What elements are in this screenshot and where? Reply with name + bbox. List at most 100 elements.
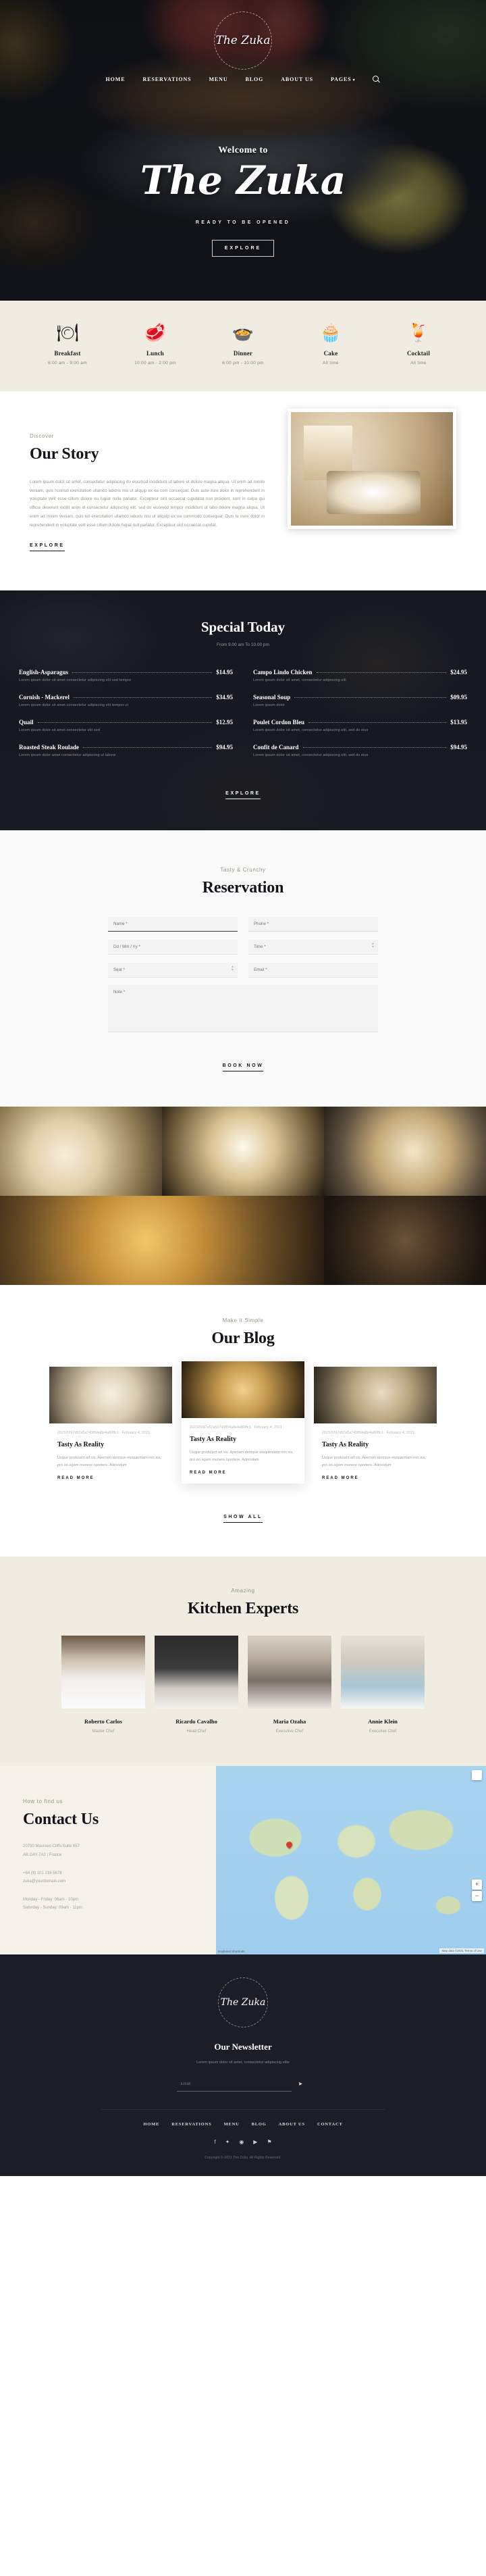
meal-item-breakfast[interactable]: 🍽 Breakfast 6:00 am - 9:00 am — [24, 324, 111, 365]
meal-times-strip: 🍽 Breakfast 6:00 am - 9:00 am 🥩 Lunch 10… — [0, 301, 486, 391]
menu-item-price: $13.95 — [450, 719, 467, 726]
meal-item-cake[interactable]: 🧁 Cake All time — [287, 324, 375, 365]
blog-card-image — [49, 1367, 172, 1424]
footer-navigation[interactable]: HOME RESERVATIONS MENU BLOG ABOUT US CON… — [101, 2109, 385, 2127]
social-links: f ✦ ◉ ▶ ⚑ — [0, 2139, 486, 2145]
location-map[interactable]: + − Keyboard shortcuts Map data ©2021 Te… — [216, 1766, 486, 1955]
blog-card-excerpt: Usque postulant ad vis. Aperiam denique … — [190, 1450, 294, 1462]
special-explore-button[interactable]: EXPLORE — [225, 791, 261, 800]
meal-time: 6:00 am - 9:00 am — [48, 361, 87, 365]
hero-title: The Zuka — [140, 157, 346, 203]
meal-time: All time — [323, 361, 339, 365]
search-icon[interactable] — [373, 76, 380, 83]
chevron-down-icon: ▾ — [352, 78, 356, 82]
story-explore-button[interactable]: EXPLORE — [30, 543, 65, 552]
facebook-icon[interactable]: f — [214, 2139, 215, 2145]
seat-stepper-icon[interactable]: ▴ ▾ — [232, 965, 234, 972]
gallery-image-spices[interactable] — [0, 1196, 324, 1286]
menu-item[interactable]: Roasted Steak Roulade $94.95 Lorem ipsum … — [19, 744, 233, 757]
contact-hours-weekend: Saturday - Sunday: 09am - 11pm — [23, 1906, 82, 1911]
nav-item-menu[interactable]: MENU — [209, 76, 227, 82]
contact-address-line2: AB G4Y-7A2 | France — [23, 1853, 62, 1858]
footer-nav-home[interactable]: HOME — [143, 2122, 159, 2127]
chef-card[interactable]: Annie Klein Executive Chef — [341, 1636, 425, 1734]
show-all-button[interactable]: SHOW ALL — [223, 1515, 263, 1523]
footer-nav-contact[interactable]: CONTACT — [317, 2122, 343, 2127]
menu-item[interactable]: Cornish - Mackerel $34.95 Lorem ipsum dol… — [19, 694, 233, 707]
footer-nav-menu[interactable]: MENU — [224, 2122, 240, 2127]
menu-item-name: Roasted Steak Roulade — [19, 744, 80, 751]
newsletter-send-button[interactable]: ➤ — [292, 2077, 310, 2092]
book-now-button[interactable]: BOOK NOW — [222, 1063, 264, 1072]
meal-label: Cocktail — [406, 350, 431, 357]
menu-item[interactable]: Seasonal Soup $09.95 Lorem ipsum dolor — [253, 694, 467, 707]
blog-card[interactable]: 20232f297a57a5a743894a8e4a80ffc3 Februar… — [49, 1367, 172, 1484]
nav-item-pages[interactable]: PAGES ▾ — [331, 76, 356, 82]
blog-card[interactable]: 20232f297a57a5a743894a8e4a80ffc3 Februar… — [314, 1367, 437, 1484]
map-zoom-out-button[interactable]: − — [472, 1890, 482, 1901]
footer-nav-reservations[interactable]: RESERVATIONS — [171, 2122, 211, 2127]
footer-logo[interactable]: The Zuka — [218, 1977, 268, 2028]
chef-card[interactable]: Maria Ozaha Executive Chef — [248, 1636, 331, 1734]
meal-item-cocktail[interactable]: 🍹 Cocktail All time — [375, 324, 462, 365]
map-fullscreen-button[interactable] — [472, 1770, 482, 1781]
twitter-icon[interactable]: ✦ — [225, 2139, 230, 2145]
gallery-image-cookies[interactable] — [324, 1196, 486, 1286]
gallery-image-waffles[interactable] — [162, 1107, 324, 1196]
chef-card[interactable]: Roberto Carlos Master Chef — [61, 1636, 145, 1734]
time-stepper-icon[interactable]: ▴ ▾ — [372, 942, 374, 949]
date-input[interactable] — [108, 940, 238, 955]
read-more-button[interactable]: READ MORE — [322, 1476, 359, 1480]
read-more-button[interactable]: READ MORE — [190, 1471, 227, 1475]
map-zoom-in-button[interactable]: + — [472, 1879, 482, 1890]
contact-email[interactable]: zuka@yourdomain.com — [23, 1877, 196, 1886]
main-navigation[interactable]: HOME RESERVATIONS MENU BLOG ABOUT US PAG… — [0, 76, 486, 87]
reservation-title: Reservation — [202, 879, 284, 897]
site-logo[interactable]: The Zuka — [0, 0, 486, 73]
gallery-image-pancakes[interactable] — [0, 1107, 162, 1196]
read-more-button[interactable]: READ MORE — [57, 1476, 94, 1480]
hero-explore-button[interactable]: EXPLORE — [211, 239, 275, 257]
blog-card[interactable]: 20232f297a57a5a743894a8e4a80ffc3 Februar… — [182, 1361, 304, 1484]
meal-item-dinner[interactable]: 🍲 Dinner 6:00 pm - 10:00 pm — [199, 324, 287, 365]
phone-input[interactable] — [248, 917, 378, 932]
meal-label: Breakfast — [54, 350, 81, 357]
leader-dots — [302, 747, 447, 749]
menu-item[interactable]: Poulet Cordon Bleu $13.95 Lorem ipsum dol… — [253, 719, 467, 732]
pinterest-icon[interactable]: ⚑ — [267, 2139, 271, 2145]
menu-item[interactable]: Confit de Canard $94.95 Lorem ipsum dolor… — [253, 744, 467, 757]
nav-item-about-us[interactable]: ABOUT US — [281, 76, 313, 82]
menu-item-price: $94.95 — [450, 744, 467, 751]
nav-item-home[interactable]: HOME — [106, 76, 126, 82]
footer-nav-blog[interactable]: BLOG — [252, 2122, 267, 2127]
nav-item-blog[interactable]: BLOG — [246, 76, 264, 82]
chef-photo — [341, 1636, 425, 1709]
email-input[interactable] — [248, 963, 378, 978]
footer-nav-about-us[interactable]: ABOUT US — [279, 2122, 305, 2127]
menu-item-name: Seasonal Soup — [253, 694, 291, 701]
youtube-icon[interactable]: ▶ — [253, 2139, 257, 2145]
photo-gallery — [0, 1107, 486, 1286]
contact-phone[interactable]: +84 (9) 101 234 5678 — [23, 1869, 196, 1878]
nav-item-reservations[interactable]: RESERVATIONS — [142, 76, 191, 82]
seat-input[interactable] — [108, 963, 238, 978]
story-body: Lorem ipsum dolor sit amet, consectetur … — [30, 480, 265, 528]
chef-card[interactable]: Ricardo Cavalho Head Chef — [155, 1636, 238, 1734]
breakfast-icon: 🍽 — [56, 322, 79, 343]
menu-item[interactable]: Campo Lindo Chicken $24.95 Lorem ipsum do… — [253, 669, 467, 682]
story-image — [288, 409, 456, 529]
gallery-image-pasta[interactable] — [324, 1107, 486, 1196]
instagram-icon[interactable]: ◉ — [239, 2139, 244, 2145]
menu-item[interactable]: English-Asparagus $14.95 Lorem ipsum dolo… — [19, 669, 233, 682]
chef-role: Head Chef — [186, 1729, 207, 1734]
meal-item-lunch[interactable]: 🥩 Lunch 10:00 am - 2:00 pm — [111, 324, 199, 365]
name-input[interactable] — [108, 917, 238, 932]
meal-label: Lunch — [146, 350, 164, 357]
note-textarea[interactable] — [108, 985, 378, 1033]
time-input[interactable] — [248, 940, 378, 955]
special-subtitle: From 9.00 am To 10.00 pm — [217, 642, 269, 648]
newsletter-email-input[interactable] — [176, 2077, 292, 2092]
menu-item-price: $14.95 — [216, 669, 233, 676]
map-keyboard-shortcuts[interactable]: Keyboard shortcuts — [218, 1950, 245, 1953]
menu-item[interactable]: Quail $12.95 Lorem ipsum dolor sit amet c… — [19, 719, 233, 732]
